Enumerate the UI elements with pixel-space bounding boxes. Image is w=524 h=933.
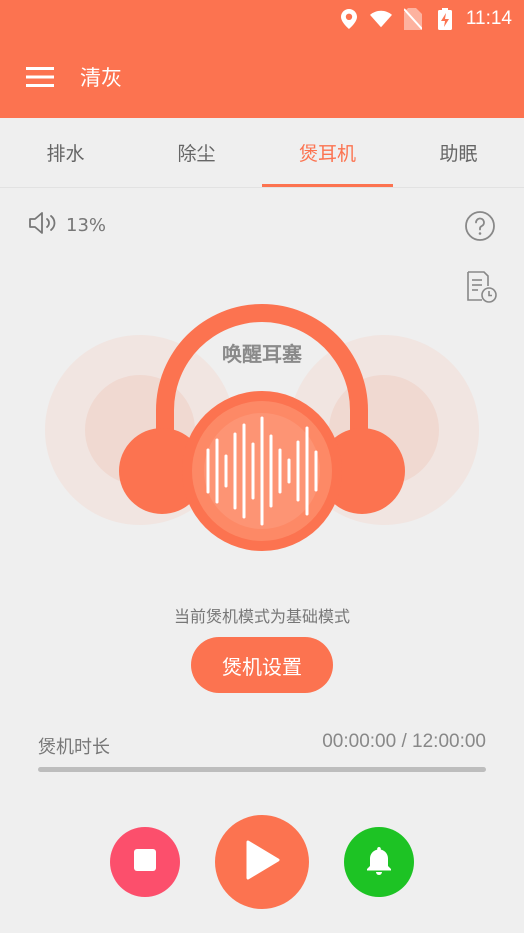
status-bar: 11:14 [338, 6, 512, 32]
play-icon [244, 840, 280, 884]
wake-earbuds-label: 唤醒耳塞 [222, 342, 302, 366]
battery-charging-icon [434, 8, 456, 30]
app-title: 清灰 [80, 66, 122, 90]
app-bar: 清灰 [0, 52, 524, 102]
speaker-icon [28, 210, 58, 241]
volume-value: 13% [66, 215, 107, 236]
help-circle-icon[interactable] [464, 210, 496, 242]
no-sim-icon [402, 8, 424, 30]
stop-icon [133, 848, 157, 876]
hamburger-menu-icon[interactable] [0, 52, 80, 102]
wifi-icon [369, 8, 392, 30]
duration-time: 00:00:00 / 12:00:00 [322, 731, 486, 752]
tab-bar: 排水 除尘 煲耳机 助眠 [0, 118, 524, 188]
tab-sleep[interactable]: 助眠 [393, 118, 524, 187]
duration-label: 煲机时长 [38, 737, 110, 758]
status-time: 11:14 [465, 8, 512, 29]
tab-dust[interactable]: 除尘 [131, 118, 262, 187]
tab-burn-in[interactable]: 煲耳机 [262, 118, 393, 187]
tab-drain[interactable]: 排水 [0, 118, 131, 187]
headphones-waveform-icon[interactable] [40, 260, 484, 560]
alarm-button[interactable] [344, 827, 414, 897]
app-header: 11:14 清灰 [0, 0, 524, 118]
stop-button[interactable] [110, 827, 180, 897]
mode-status-text: 当前煲机模式为基础模式 [173, 607, 350, 626]
bell-icon [366, 845, 392, 879]
duration-progress-bar[interactable] [38, 767, 486, 772]
burn-in-settings-button[interactable]: 煲机设置 [191, 637, 333, 693]
playback-controls [0, 815, 524, 910]
location-icon [338, 8, 360, 30]
volume-control[interactable]: 13% [28, 210, 106, 241]
play-button[interactable] [215, 815, 309, 909]
